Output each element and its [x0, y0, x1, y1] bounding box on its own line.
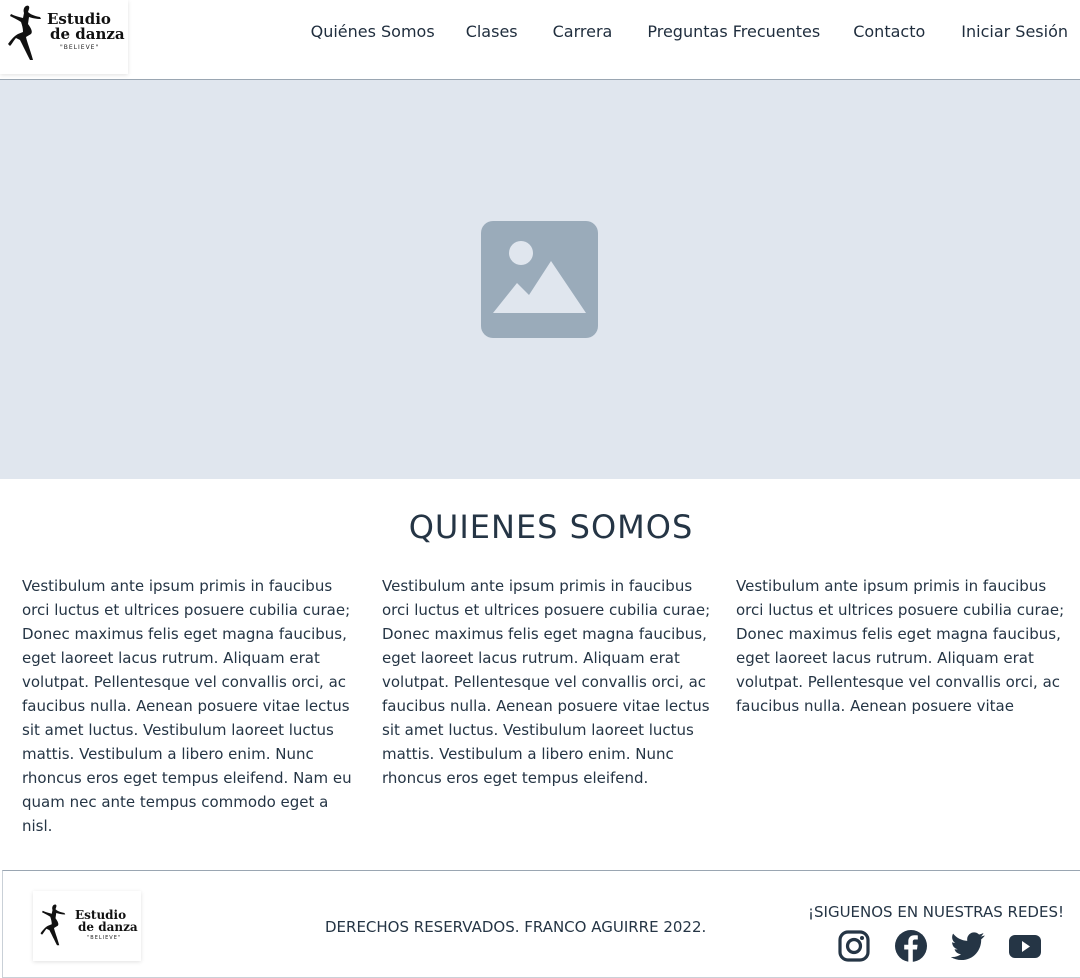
site-footer: Estudio de danza "BELIEVE" DERECHOS RESE… — [2, 870, 1080, 978]
logo-line-2: de danza — [50, 25, 125, 43]
footer-logo[interactable]: Estudio de danza "BELIEVE" — [33, 891, 141, 961]
footer-logo-tagline: "BELIEVE" — [87, 935, 122, 941]
twitter-icon[interactable] — [950, 929, 985, 963]
site-logo[interactable]: Estudio de danza "BELIEVE" — [0, 0, 128, 74]
section-title: QUIENES SOMOS — [408, 508, 694, 546]
footer-logo-text: Estudio de danza — [75, 909, 138, 933]
about-column-1: Vestibulum ante ipsum primis in faucibus… — [22, 577, 352, 835]
site-header: Estudio de danza "BELIEVE" Quiénes Somos… — [0, 0, 1080, 80]
logo-text: Estudio de danza — [47, 12, 125, 42]
nav-carrera[interactable]: Carrera — [553, 22, 613, 41]
nav-contacto[interactable]: Contacto — [853, 22, 925, 41]
youtube-icon[interactable] — [1008, 929, 1042, 963]
dancer-logo-icon — [8, 5, 41, 60]
social-links — [837, 929, 1065, 963]
image-placeholder-icon — [481, 221, 598, 338]
about-column-3: Vestibulum ante ipsum primis in faucibus… — [736, 577, 1065, 715]
nav-preguntas-frecuentes[interactable]: Preguntas Frecuentes — [647, 22, 820, 41]
dancer-logo-icon — [40, 904, 66, 946]
social-title: ¡SIGUENOS EN NUESTRAS REDES! — [807, 903, 1064, 921]
instagram-icon[interactable] — [837, 929, 871, 963]
nav-iniciar-sesion[interactable]: Iniciar Sesión — [961, 22, 1068, 41]
footer-logo-line-2: de danza — [78, 920, 138, 934]
logo-tagline: "BELIEVE" — [60, 44, 100, 51]
about-column-2: Vestibulum ante ipsum primis in faucibus… — [382, 577, 711, 787]
copyright-text: DERECHOS RESERVADOS. FRANCO AGUIRRE 2022… — [325, 918, 707, 936]
hero-banner — [0, 80, 1080, 479]
nav-quienes-somos[interactable]: Quiénes Somos — [311, 22, 435, 41]
nav-clases[interactable]: Clases — [466, 22, 518, 41]
facebook-icon[interactable] — [894, 929, 928, 963]
main-nav: Quiénes Somos Clases Carrera Preguntas F… — [311, 22, 1068, 41]
